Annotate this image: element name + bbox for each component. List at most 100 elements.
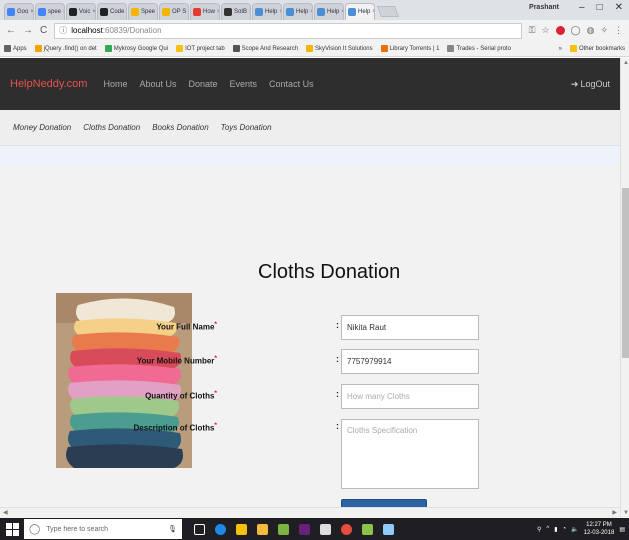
close-icon[interactable]: ✕ bbox=[615, 2, 623, 13]
bookmark-item[interactable]: IOT project tab bbox=[176, 45, 225, 52]
network-icon[interactable]: ◔ bbox=[563, 526, 567, 532]
subnav-cloths-donation[interactable]: Cloths Donation bbox=[83, 123, 140, 132]
bookmarks-right: » Other bookmarks bbox=[559, 45, 625, 52]
taskbar-search-input[interactable]: ◯ Type here to search 🎙 bbox=[24, 519, 182, 539]
tab-close-icon[interactable]: × bbox=[188, 9, 189, 15]
extension-icon[interactable]: ◯ bbox=[571, 25, 581, 36]
tab-close-icon[interactable]: × bbox=[92, 9, 95, 15]
star-icon[interactable]: ☆ bbox=[541, 25, 549, 36]
task-view-icon[interactable] bbox=[194, 523, 205, 535]
adblock-extension-icon[interactable] bbox=[555, 26, 565, 35]
bookmark-item[interactable]: Library Torrents | 1 bbox=[380, 45, 440, 52]
address-bar: ← → C ⓘ localhost:60839/Donation ⚿ ☆ ◯ ◍… bbox=[0, 20, 629, 41]
subnav-books-donation[interactable]: Books Donation bbox=[152, 123, 208, 132]
browser-tab[interactable]: Help× bbox=[314, 3, 344, 20]
chrome-icon[interactable] bbox=[341, 523, 352, 535]
tab-close-icon[interactable]: × bbox=[310, 9, 312, 15]
scroll-down-icon[interactable]: ▼ bbox=[623, 510, 629, 516]
tab-close-icon[interactable]: × bbox=[126, 9, 127, 15]
browser-tab[interactable]: Code× bbox=[97, 3, 127, 20]
full-name-input[interactable]: Nikita Raut bbox=[341, 315, 479, 340]
microphone-icon[interactable]: 🎙 bbox=[168, 525, 177, 533]
browser-tab[interactable]: Help× bbox=[252, 3, 282, 20]
vertical-scrollbar[interactable]: ▲ ▼ bbox=[620, 58, 629, 518]
extension-icon[interactable]: ◍ bbox=[587, 25, 595, 36]
profile-name[interactable]: Prashant bbox=[529, 4, 559, 11]
bookmark-label: Mykrosy Google Qui bbox=[113, 45, 169, 52]
tab-close-icon[interactable]: × bbox=[372, 9, 374, 15]
store-icon[interactable] bbox=[236, 523, 247, 535]
scrollbar-thumb[interactable] bbox=[622, 188, 629, 358]
reload-icon[interactable]: C bbox=[40, 25, 47, 36]
app-icon[interactable] bbox=[278, 523, 289, 535]
browser-tab[interactable]: How× bbox=[190, 3, 220, 20]
tab-close-icon[interactable]: × bbox=[341, 9, 343, 15]
subnav-toys-donation[interactable]: Toys Donation bbox=[221, 123, 272, 132]
notifications-icon[interactable]: ▤ bbox=[619, 526, 625, 533]
tab-label: Code bbox=[110, 9, 125, 15]
people-icon[interactable]: ⚲ bbox=[537, 526, 541, 533]
windows-start-icon[interactable] bbox=[4, 521, 20, 537]
other-bookmarks[interactable]: Other bookmarks bbox=[569, 45, 625, 52]
key-icon[interactable]: ⚿ bbox=[529, 25, 536, 36]
nav-about-us[interactable]: About Us bbox=[139, 79, 176, 89]
nav-donate[interactable]: Donate bbox=[189, 79, 218, 89]
tab-close-icon[interactable]: × bbox=[157, 9, 158, 15]
quantity-input[interactable]: How many Cloths bbox=[341, 384, 479, 409]
bookmark-item[interactable]: Apps bbox=[4, 45, 27, 52]
clock[interactable]: 12:27 PM 12-03-2018 bbox=[584, 521, 615, 537]
nav-contact-us[interactable]: Contact Us bbox=[269, 79, 314, 89]
browser-tab[interactable]: spee× bbox=[35, 3, 65, 20]
bookmark-item[interactable]: Mykrosy Google Qui bbox=[104, 45, 169, 52]
bookmark-item[interactable]: SkyVision It Solutions bbox=[306, 45, 373, 52]
tab-label: Goo bbox=[17, 9, 29, 15]
info-icon[interactable]: ⓘ bbox=[59, 25, 67, 36]
scroll-right-icon[interactable]: ▶ bbox=[612, 509, 617, 516]
scroll-up-icon[interactable]: ▲ bbox=[623, 60, 629, 66]
horizontal-scrollbar[interactable]: ◀ ▶ bbox=[0, 507, 620, 518]
logout-button[interactable]: ➜ LogOut bbox=[571, 79, 610, 90]
scroll-left-icon[interactable]: ◀ bbox=[3, 509, 8, 516]
browser-tab[interactable]: Help× bbox=[283, 3, 313, 20]
edge-icon[interactable] bbox=[215, 523, 226, 535]
bookmark-item[interactable]: Scope And Research bbox=[232, 45, 298, 52]
site-brand[interactable]: HelpNeddy.com bbox=[10, 78, 87, 90]
url-input[interactable]: ⓘ localhost:60839/Donation bbox=[54, 22, 522, 39]
battery-icon[interactable]: ▮ bbox=[554, 526, 557, 533]
description-textarea[interactable]: Cloths Specification bbox=[341, 419, 479, 489]
subnav-money-donation[interactable]: Money Donation bbox=[13, 123, 71, 132]
more-bookmarks-icon[interactable]: » bbox=[559, 46, 562, 52]
tray-chevron-icon[interactable]: ^ bbox=[546, 526, 549, 532]
extension-icon[interactable]: ✧ bbox=[600, 25, 608, 36]
maximize-icon[interactable]: □ bbox=[597, 2, 603, 13]
bookmark-item[interactable]: jQuery .find() on det bbox=[34, 45, 97, 52]
mobile-input[interactable]: 7757979914 bbox=[341, 349, 479, 374]
nav-events[interactable]: Events bbox=[230, 79, 258, 89]
minimize-icon[interactable]: – bbox=[579, 2, 585, 13]
forward-icon[interactable]: → bbox=[23, 25, 33, 36]
bookmark-label: Library Torrents | 1 bbox=[389, 45, 440, 52]
menu-icon[interactable]: ⋮ bbox=[614, 25, 623, 36]
visual-studio-icon[interactable] bbox=[299, 523, 310, 535]
tab-close-icon[interactable]: × bbox=[217, 9, 219, 15]
browser-tab[interactable]: SotB× bbox=[221, 3, 251, 20]
tab-close-icon[interactable]: × bbox=[279, 9, 281, 15]
tab-close-icon[interactable]: × bbox=[30, 9, 33, 15]
window-controls: – □ ✕ bbox=[579, 2, 623, 13]
back-icon[interactable]: ← bbox=[6, 25, 16, 36]
browser-tab[interactable]: Help× bbox=[345, 3, 375, 20]
bookmark-item[interactable]: Trades - Serial proto bbox=[447, 45, 511, 52]
file-explorer-icon[interactable] bbox=[257, 523, 268, 535]
app-icon[interactable] bbox=[362, 523, 373, 535]
browser-tab[interactable]: Goo × bbox=[4, 3, 34, 20]
app-icon[interactable] bbox=[320, 523, 331, 535]
browser-tab[interactable]: Spee× bbox=[128, 3, 158, 20]
new-tab-button[interactable] bbox=[376, 6, 400, 17]
volume-icon[interactable]: 🔈 bbox=[571, 526, 578, 533]
tab-close-icon[interactable]: × bbox=[63, 9, 64, 15]
browser-tab[interactable]: OP S× bbox=[159, 3, 189, 20]
tab-close-icon[interactable]: × bbox=[249, 9, 250, 15]
app-icon[interactable] bbox=[383, 523, 394, 535]
nav-home[interactable]: Home bbox=[103, 79, 127, 89]
browser-tab[interactable]: Voic × bbox=[66, 3, 96, 20]
